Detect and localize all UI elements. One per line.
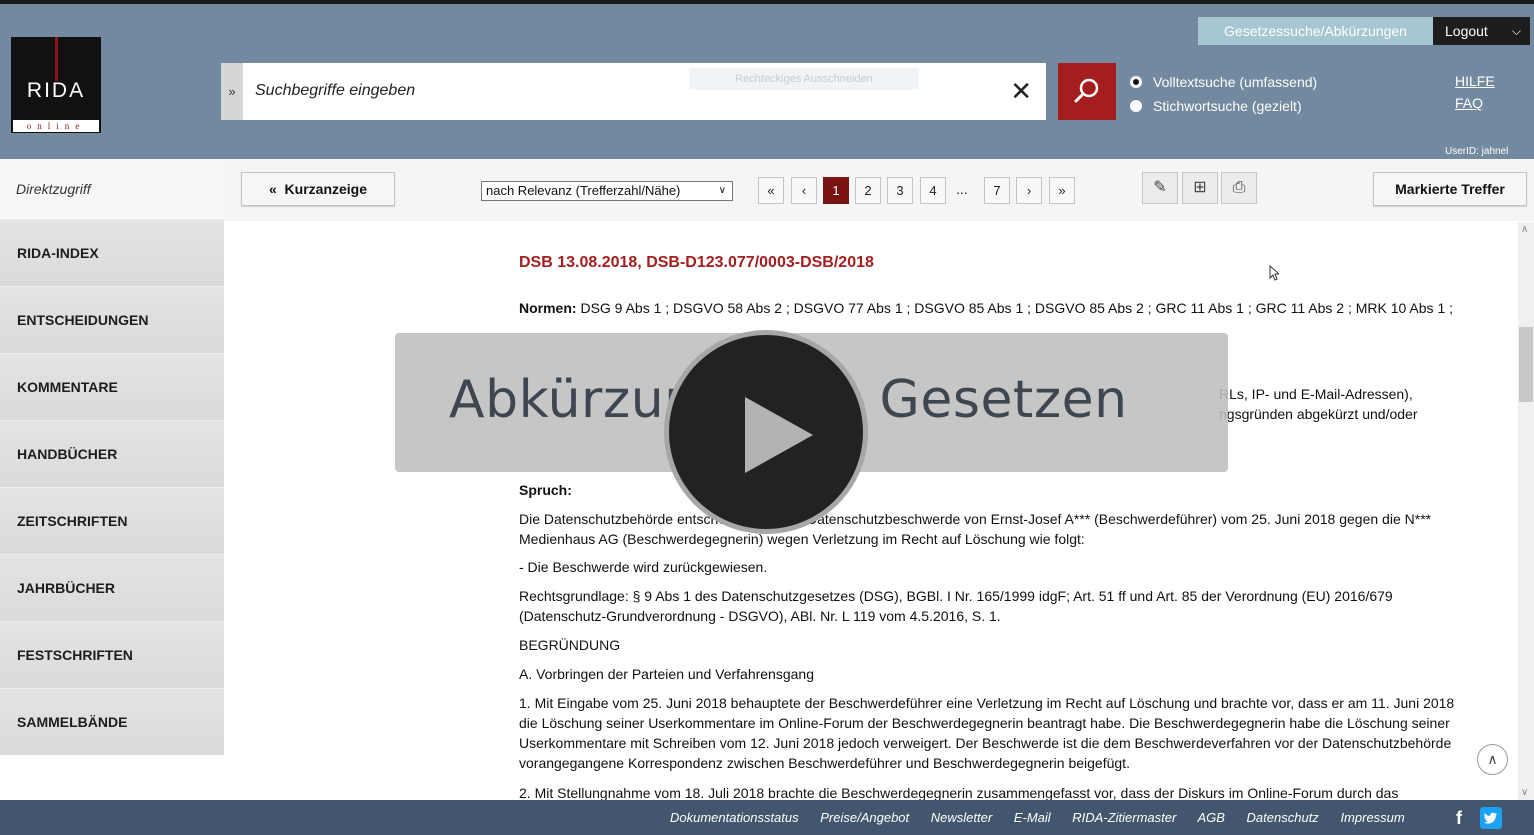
footer-link-agb[interactable]: AGB (1197, 810, 1224, 825)
footer-link-dokumentationsstatus[interactable]: Dokumentationsstatus (670, 810, 799, 825)
rida-logo[interactable]: RIDA online (11, 37, 101, 133)
page-button-3[interactable]: 3 (887, 177, 913, 204)
tab-gesetzessuche[interactable]: Gesetzessuche/Abkürzungen (1198, 17, 1433, 45)
paragraph-2: 2. Mit Stellungnahme vom 18. Juli 2018 b… (519, 785, 1399, 800)
pen-icon: ✎ (1153, 179, 1167, 196)
sidebar-item-festschriften[interactable]: FESTSCHRIFTEN (0, 621, 224, 688)
sidebar-item-rida-index[interactable]: RIDA-INDEX (0, 219, 224, 286)
chevron-down-icon: ∨ (718, 185, 726, 196)
scroll-thumb[interactable] (1519, 327, 1533, 402)
sidebar-item-sammelbaende[interactable]: SAMMELBÄNDE (0, 688, 224, 755)
search-options-toggle[interactable]: » (221, 63, 243, 120)
sidebar-item-jahrbuecher[interactable]: JAHRBÜCHER (0, 554, 224, 621)
document-content: DSB 13.08.2018, DSB-D123.077/0003-DSB/20… (476, 222, 1518, 800)
sidebar-item-entscheidungen[interactable]: ENTSCHEIDUNGEN (0, 286, 224, 353)
add-window-icon: ⊞ (1193, 179, 1207, 196)
rechtsgrundlage-text: Rechtsgrundlage: § 9 Abs 1 des Datenschu… (519, 588, 1393, 624)
footer-link-datenschutz[interactable]: Datenschutz (1247, 810, 1319, 825)
sort-value: nach Relevanz (Trefferzahl/Nähe) (486, 183, 681, 198)
chevron-up-icon: ∧ (1487, 751, 1498, 767)
page-button-2[interactable]: 2 (855, 177, 881, 204)
kurzanzeige-button[interactable]: « Kurzanzeige (241, 172, 395, 206)
sidebar-item-handbuecher[interactable]: HANDBÜCHER (0, 420, 224, 487)
radio-volltext-label: Volltextsuche (umfassend) (1153, 74, 1318, 90)
spruch-heading: Spruch: (519, 482, 572, 498)
chevron-down-icon: ⌵ (1511, 24, 1521, 38)
prev-page-button[interactable]: ‹ (791, 177, 817, 204)
double-chevron-left-icon: « (268, 181, 285, 197)
scroll-down-icon[interactable]: ∨ (1521, 787, 1528, 798)
logout-button[interactable]: Logout ⌵ (1433, 17, 1530, 45)
kurzanzeige-label: Kurzanzeige (284, 181, 368, 197)
close-icon[interactable]: ✕ (1010, 77, 1032, 105)
radio-stichwort[interactable]: Stichwortsuche (gezielt) (1130, 94, 1317, 118)
beschwerde-text: - Die Beschwerde wird zurückgewiesen. (519, 559, 768, 575)
faq-link[interactable]: FAQ (1455, 92, 1495, 114)
footer-link-zitiermaster[interactable]: RIDA-Zitiermaster (1072, 810, 1176, 825)
page-button-7[interactable]: 7 (984, 177, 1010, 204)
add-tool[interactable]: ⊞ (1182, 172, 1218, 204)
logo-sub: online (13, 120, 99, 132)
scroll-up-icon[interactable]: ∧ (1521, 224, 1528, 235)
help-links: HILFE FAQ (1455, 70, 1495, 114)
sidebar: Direktzugriff RIDA-INDEX ENTSCHEIDUNGEN … (0, 159, 224, 757)
search-box: » Rechteckiges Ausschneiden ✕ (221, 63, 1046, 120)
obscured-line-1: RLs, IP- und E-Mail-Adressen), (1219, 386, 1413, 402)
normen-line: Normen: DSG 9 Abs 1 ; DSGVO 58 Abs 2 ; D… (519, 298, 1479, 318)
footer-link-impressum[interactable]: Impressum (1340, 810, 1404, 825)
sidebar-item-kommentare[interactable]: KOMMENTARE (0, 353, 224, 420)
footer-link-email[interactable]: E-Mail (1014, 810, 1051, 825)
search-icon (1074, 78, 1099, 103)
print-tool[interactable]: ⎙ (1221, 172, 1257, 204)
page-ellipsis: ... (956, 181, 968, 197)
scrollbar[interactable]: ∧ ∨ (1518, 222, 1534, 800)
mouse-cursor-icon (1269, 265, 1279, 281)
sidebar-item-zeitschriften[interactable]: ZEITSCHRIFTEN (0, 487, 224, 554)
content-left-gutter (224, 221, 476, 800)
page-button-1[interactable]: 1 (823, 177, 849, 204)
radio-volltext[interactable]: Volltextsuche (umfassend) (1130, 70, 1317, 94)
hilfe-link[interactable]: HILFE (1455, 70, 1495, 92)
obscured-line-2: ngsgründen abgekürzt und/oder (1219, 406, 1418, 422)
vorbringen-heading: A. Vorbringen der Parteien und Verfahren… (519, 666, 814, 682)
snip-label: Rechteckiges Ausschneiden (689, 68, 919, 90)
scroll-to-top-button[interactable]: ∧ (1477, 744, 1508, 775)
spruch-text: Die Datenschutzbehörde entscheidet über … (519, 511, 1432, 547)
facebook-icon[interactable]: f (1448, 807, 1470, 829)
radio-stichwort-label: Stichwortsuche (gezielt) (1153, 98, 1302, 114)
begruendung-heading: BEGRÜNDUNG (519, 637, 621, 653)
next-page-button[interactable]: › (1016, 177, 1042, 204)
annotate-tool[interactable]: ✎ (1142, 172, 1178, 204)
logo-word: RIDA (26, 79, 86, 102)
header: RIDA online Gesetzessuche/Abkürzungen Lo… (0, 4, 1534, 159)
play-button[interactable] (664, 330, 868, 534)
search-button[interactable] (1058, 63, 1116, 120)
document-title: DSB 13.08.2018, DSB-D123.077/0003-DSB/20… (519, 254, 874, 271)
page-button-4[interactable]: 4 (920, 177, 946, 204)
twitter-icon[interactable] (1480, 807, 1502, 829)
sidebar-direktzugriff[interactable]: Direktzugriff (0, 159, 224, 219)
normen-label: Normen: (519, 300, 577, 316)
search-input[interactable] (255, 80, 675, 102)
first-page-button[interactable]: « (758, 177, 784, 204)
last-page-button[interactable]: » (1049, 177, 1075, 204)
user-id: UserID: jahnel (1445, 146, 1509, 157)
print-icon: ⎙ (1232, 179, 1246, 196)
markierte-treffer-button[interactable]: Markierte Treffer (1373, 172, 1527, 206)
paragraph-1: 1. Mit Eingabe vom 25. Juni 2018 behaupt… (519, 695, 1455, 771)
normen-text: DSG 9 Abs 1 ; DSGVO 58 Abs 2 ; DSGVO 77 … (580, 300, 1454, 316)
radio-dot (1130, 100, 1142, 112)
logout-label: Logout (1445, 23, 1488, 39)
radio-dot-selected (1130, 76, 1142, 88)
footer: Dokumentationsstatus Preise/Angebot News… (0, 800, 1534, 835)
footer-link-preise[interactable]: Preise/Angebot (820, 810, 909, 825)
sort-select[interactable]: nach Relevanz (Trefferzahl/Nähe) ∨ (481, 181, 733, 201)
search-mode-group: Volltextsuche (umfassend) Stichwortsuche… (1130, 70, 1317, 118)
twitter-bird-icon (1484, 812, 1497, 824)
logo-bar (55, 37, 58, 81)
footer-links: Dokumentationsstatus Preise/Angebot News… (670, 800, 1423, 835)
footer-link-newsletter[interactable]: Newsletter (931, 810, 992, 825)
